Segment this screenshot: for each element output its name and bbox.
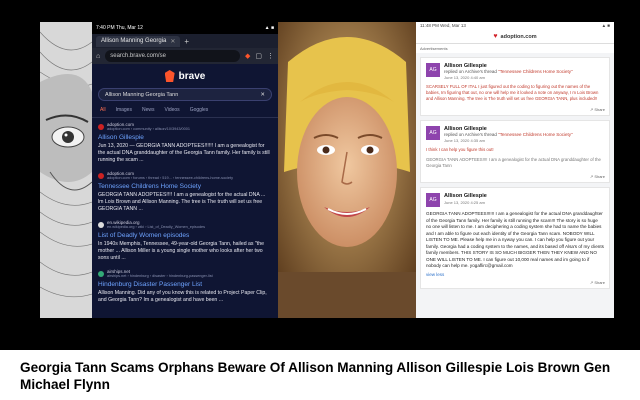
- post-date: June 13, 2020 4:40 am: [444, 75, 485, 80]
- result-url: adoption.com › community › allison/10/39…: [107, 127, 190, 131]
- avatar[interactable]: AG: [426, 193, 440, 207]
- brave-logo: brave: [92, 64, 278, 88]
- post-body: GEORGIA TANN ADOPTEES!!!!!! I am a genea…: [426, 211, 604, 268]
- favicon-icon: [98, 271, 104, 277]
- video-frame: 7:40 PM Thu, Mar 12 ▲ ■ Allison Manning …: [0, 0, 640, 400]
- forum-post: AG Allison Gillespie June 13, 2020 4:25 …: [420, 187, 610, 289]
- result-url: adoption.com › forums › thread › 519... …: [107, 176, 233, 180]
- search-result: airships.net airships.net › hindenburg ›…: [98, 269, 272, 304]
- result-title-link[interactable]: Tennessee Childrens Home Society: [98, 183, 272, 190]
- thread-link[interactable]: "Tennessee Childrens Home Society": [498, 132, 572, 137]
- forum-post: AG Allison Gillespie replied on Archive'…: [420, 120, 610, 183]
- search-result: adoption.com adoption.com › forums › thr…: [98, 171, 272, 213]
- post-author[interactable]: Allison Gillespie: [444, 193, 487, 199]
- share-label: Share: [594, 279, 605, 285]
- result-snippet: GEORGIA TANN ADOPTEES!!!! I am a genealo…: [98, 192, 266, 212]
- site-header: ♥ adoption.com: [416, 30, 614, 44]
- result-title-link[interactable]: Allison Gillespie: [98, 134, 272, 141]
- status-bar: 11:48 PM Wed, Mar 13 ▲ ■: [416, 22, 614, 30]
- result-source: adoption.com adoption.com › forums › thr…: [98, 171, 272, 181]
- result-source: airships.net airships.net › hindenburg ›…: [98, 269, 272, 279]
- status-time: 11:48 PM Wed, Mar 13: [420, 23, 466, 28]
- close-tab-icon[interactable]: ✕: [170, 38, 175, 45]
- tab-goggles[interactable]: Goggles: [190, 107, 209, 113]
- result-snippet: Jun 13, 2020 — GEORGIA TANN ADOPTEES!!!!…: [98, 143, 270, 163]
- quoted-post: GEORGIA TANN ADOPTEES!!!! I am a genealo…: [426, 157, 601, 168]
- status-time: 7:40 PM Thu, Mar 12: [96, 25, 143, 31]
- search-input[interactable]: Allison Manning Georgia Tann ✕: [98, 88, 272, 101]
- search-result: adoption.com adoption.com › community › …: [98, 122, 272, 164]
- post-date: June 13, 2020 4:25 am: [444, 200, 485, 205]
- tab-bar: Allison Manning Georgia ✕ +: [92, 34, 278, 48]
- woman-closeup-photo: [278, 22, 416, 318]
- browser-tab[interactable]: Allison Manning Georgia ✕: [96, 35, 181, 47]
- adoption-forum-screenshot: 11:48 PM Wed, Mar 13 ▲ ■ ♥ adoption.com …: [416, 22, 614, 318]
- result-snippet: Allison Manning. Did any of you know thi…: [98, 290, 267, 303]
- search-filter-tabs: All Images News Videos Goggles: [92, 101, 278, 118]
- share-label: Share: [594, 107, 605, 112]
- brave-lion-icon: [164, 70, 175, 82]
- result-url: en.wikipedia.org › wiki › List_of_Deadly…: [107, 225, 206, 229]
- new-tab-icon[interactable]: +: [184, 37, 189, 46]
- address-bar: ⌂ search.brave.com/se ◆ ▢ ⋮: [92, 48, 278, 64]
- avatar[interactable]: AG: [426, 63, 440, 77]
- brave-wordmark: brave: [178, 70, 206, 82]
- favicon-icon: [98, 124, 104, 130]
- status-icons: ▲ ■: [264, 25, 274, 31]
- search-result: en.wikipedia.org en.wikipedia.org › wiki…: [98, 220, 272, 262]
- result-url: airships.net › hindenburg › disaster › h…: [107, 274, 213, 278]
- avatar[interactable]: AG: [426, 126, 440, 140]
- tab-news[interactable]: News: [142, 107, 155, 113]
- tab-images[interactable]: Images: [116, 107, 132, 113]
- share-button[interactable]: ↗ Share: [590, 174, 605, 179]
- tab-all[interactable]: All: [100, 107, 106, 113]
- tab-videos[interactable]: Videos: [164, 107, 179, 113]
- result-snippet: In 1940s Memphis, Tennessee, 49-year-old…: [98, 241, 265, 261]
- caption-bar: Georgia Tann Scams Orphans Beware Of All…: [0, 350, 640, 400]
- thread-link[interactable]: "Tennessee Childrens Home Society": [498, 69, 572, 74]
- clear-search-icon[interactable]: ✕: [260, 92, 265, 98]
- wikipedia-icon: [98, 222, 104, 228]
- favicon-icon: [98, 173, 104, 179]
- url-field[interactable]: search.brave.com/se: [105, 50, 240, 62]
- post-body: I think I can help you figure this out!: [426, 147, 494, 152]
- search-results: adoption.com adoption.com › community › …: [92, 118, 278, 315]
- post-date: June 13, 2020 4:35 am: [444, 138, 485, 143]
- search-query: Allison Manning Georgia Tann: [105, 92, 179, 98]
- video-title: Georgia Tann Scams Orphans Beware Of All…: [20, 360, 611, 392]
- menu-icon[interactable]: ⋮: [267, 52, 274, 60]
- result-title-link[interactable]: Hindenburg Disaster Passenger List: [98, 281, 272, 288]
- share-button[interactable]: ↗ Share: [590, 280, 605, 285]
- tab-title: Allison Manning Georgia: [101, 38, 167, 44]
- reply-prefix: replied on Archive's thread: [444, 69, 497, 74]
- engraved-portrait-image: [40, 22, 92, 318]
- share-label: Share: [594, 174, 605, 179]
- heart-logo-icon: ♥: [493, 33, 498, 40]
- share-button[interactable]: ↗ Share: [590, 107, 605, 112]
- result-title-link[interactable]: List of Deadly Women episodes: [98, 232, 272, 239]
- tabs-icon[interactable]: ▢: [255, 52, 262, 60]
- post-body: SCARSELY FULL OF ITAL I just figured out…: [426, 84, 599, 101]
- brave-shield-icon[interactable]: ◆: [245, 52, 250, 60]
- status-icons: ▲ ■: [601, 23, 610, 28]
- site-brand[interactable]: adoption.com: [501, 34, 537, 40]
- home-icon[interactable]: ⌂: [96, 53, 100, 60]
- status-bar: 7:40 PM Thu, Mar 12 ▲ ■: [92, 22, 278, 34]
- ad-label: Advertisements: [416, 44, 614, 53]
- forum-post: AG Allison Gillespie replied on Archive'…: [420, 57, 610, 116]
- brave-browser-screenshot: 7:40 PM Thu, Mar 12 ▲ ■ Allison Manning …: [92, 22, 278, 318]
- result-source: adoption.com adoption.com › community › …: [98, 122, 272, 132]
- reply-prefix: replied on Archive's thread: [444, 132, 497, 137]
- result-source: en.wikipedia.org en.wikipedia.org › wiki…: [98, 220, 272, 230]
